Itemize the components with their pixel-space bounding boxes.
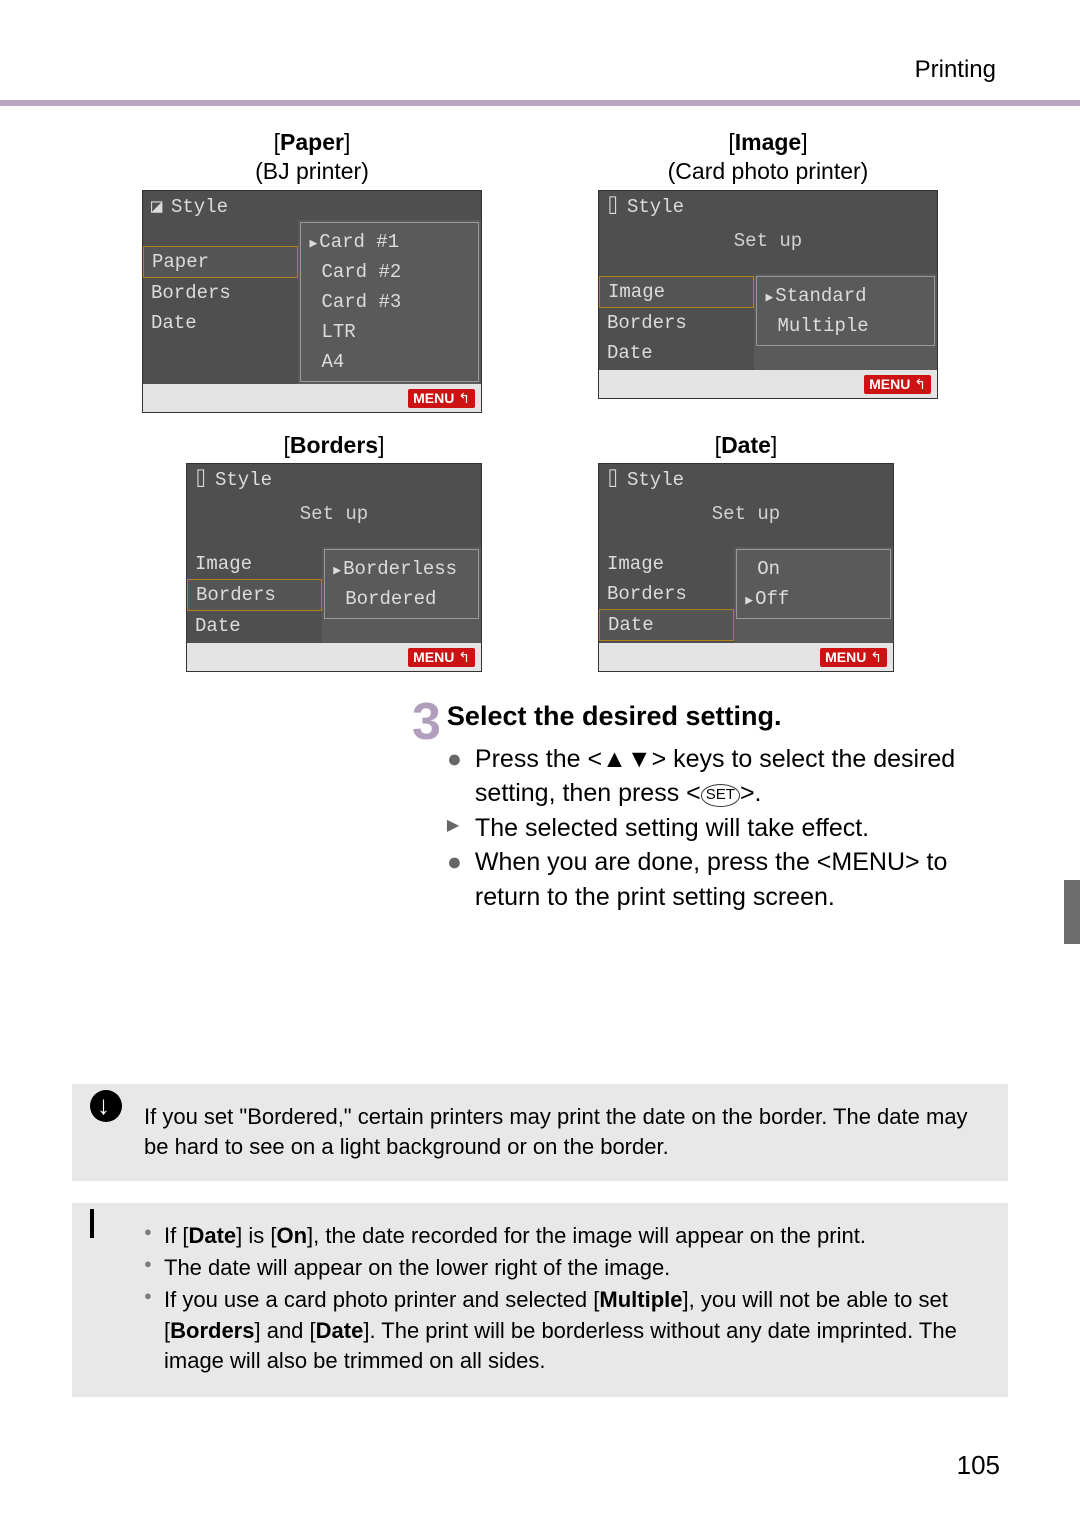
set-key-icon: SET — [701, 784, 740, 807]
style-icon: ◪ — [151, 195, 171, 218]
left-item: Borders — [599, 579, 734, 609]
screen-title: Style — [627, 196, 684, 218]
note2-item1: If [Date] is [On], the date recorded for… — [144, 1221, 988, 1251]
warning-text: If you set "Bordered," certain printers … — [144, 1104, 968, 1159]
menu-badge: MENU — [864, 375, 931, 394]
menu-key: MENU — [831, 848, 905, 876]
menu-badge: MENU — [408, 648, 475, 667]
right-item: A4 — [311, 347, 468, 377]
left-item: Borders — [599, 308, 754, 338]
note2-item3: If you use a card photo printer and sele… — [144, 1285, 988, 1376]
date-left-list: Image Borders Date — [599, 547, 734, 643]
note2-item2: The date will appear on the lower right … — [144, 1253, 988, 1283]
warning-icon — [90, 1090, 128, 1128]
menu-badge: MENU — [820, 648, 887, 667]
screen-title: Style — [627, 469, 684, 491]
step-line1: Press the <▲▼> keys to select the desire… — [475, 742, 1008, 811]
style-icon: ⌷ — [607, 195, 627, 218]
borders-left-list: Image Borders Date — [187, 547, 322, 643]
page-number: 105 — [957, 1450, 1000, 1481]
page-header: Printing — [72, 56, 1008, 84]
step-3: 3 Select the desired setting. ● Press th… — [412, 698, 1008, 914]
right-item: Borderless — [335, 554, 468, 584]
right-item: Bordered — [335, 584, 468, 614]
step-number: 3 — [412, 698, 441, 914]
right-item: LTR — [311, 317, 468, 347]
screen-image: [Image] (Card photo printer) ⌷Style Set … — [598, 128, 938, 413]
left-item: Image — [187, 549, 322, 579]
left-item: Borders — [143, 278, 298, 308]
right-item: Card #1 — [311, 227, 468, 257]
image-left-list: Image Borders Date — [599, 274, 754, 370]
step-line3: When you are done, press the <MENU> to r… — [475, 845, 1008, 914]
screens-grid: [Paper] (BJ printer) ◪Style Paper Border… — [72, 128, 1008, 672]
style-icon: ⌷ — [195, 468, 215, 491]
right-item: Card #3 — [311, 287, 468, 317]
setup-label: Set up — [187, 493, 481, 547]
left-item: Date — [187, 611, 322, 641]
image-right-list: Standard Multiple — [754, 274, 937, 370]
bullet-icon: ● — [447, 742, 465, 811]
caption-paper-bold: Paper — [280, 129, 344, 155]
bullet-icon: ● — [447, 845, 465, 914]
left-item: Borders — [187, 579, 322, 611]
updown-icon: ▲▼ — [602, 745, 652, 773]
screen-paper: [Paper] (BJ printer) ◪Style Paper Border… — [142, 128, 482, 413]
setup-label: Set up — [599, 220, 937, 274]
paper-left-list: Paper Borders Date — [143, 220, 298, 384]
right-item: Standard — [767, 281, 924, 311]
caption-image-bold: Image — [735, 129, 801, 155]
paper-right-list: Card #1 Card #2 Card #3 LTR A4 — [298, 220, 481, 384]
step-line2: The selected setting will take effect. — [475, 811, 869, 846]
screen-date: [Date] ⌷Style Set up Image Borders Date … — [598, 431, 894, 673]
left-item: Image — [599, 549, 734, 579]
header-divider — [0, 100, 1080, 106]
menu-badge: MENU — [408, 389, 475, 408]
right-item: Card #2 — [311, 257, 468, 287]
borders-right-list: Borderless Bordered — [322, 547, 481, 643]
screen-title: Style — [171, 196, 228, 218]
right-item: On — [747, 554, 880, 584]
date-right-list: On Off — [734, 547, 893, 643]
section-tab — [1064, 880, 1080, 944]
left-item: Image — [599, 276, 754, 308]
step-heading: Select the desired setting. — [447, 698, 1008, 735]
left-item: Paper — [143, 246, 298, 278]
document-icon — [90, 1209, 128, 1247]
screen-borders: [Borders] ⌷Style Set up Image Borders Da… — [186, 431, 482, 673]
warning-note: If you set "Bordered," certain printers … — [72, 1084, 1008, 1181]
screen-title: Style — [215, 469, 272, 491]
style-icon: ⌷ — [607, 468, 627, 491]
right-item: Multiple — [767, 311, 924, 341]
caption-date-bold: Date — [721, 432, 771, 458]
right-item: Off — [747, 584, 880, 614]
left-item: Date — [143, 308, 298, 338]
left-item: Date — [599, 609, 734, 641]
caption-paper-sub: (BJ printer) — [255, 158, 369, 184]
left-item: Date — [599, 338, 754, 368]
info-note: If [Date] is [On], the date recorded for… — [72, 1203, 1008, 1397]
arrow-icon: ▶ — [447, 811, 465, 846]
caption-borders-bold: Borders — [290, 432, 378, 458]
caption-image-sub: (Card photo printer) — [668, 158, 869, 184]
setup-label: Set up — [599, 493, 893, 547]
